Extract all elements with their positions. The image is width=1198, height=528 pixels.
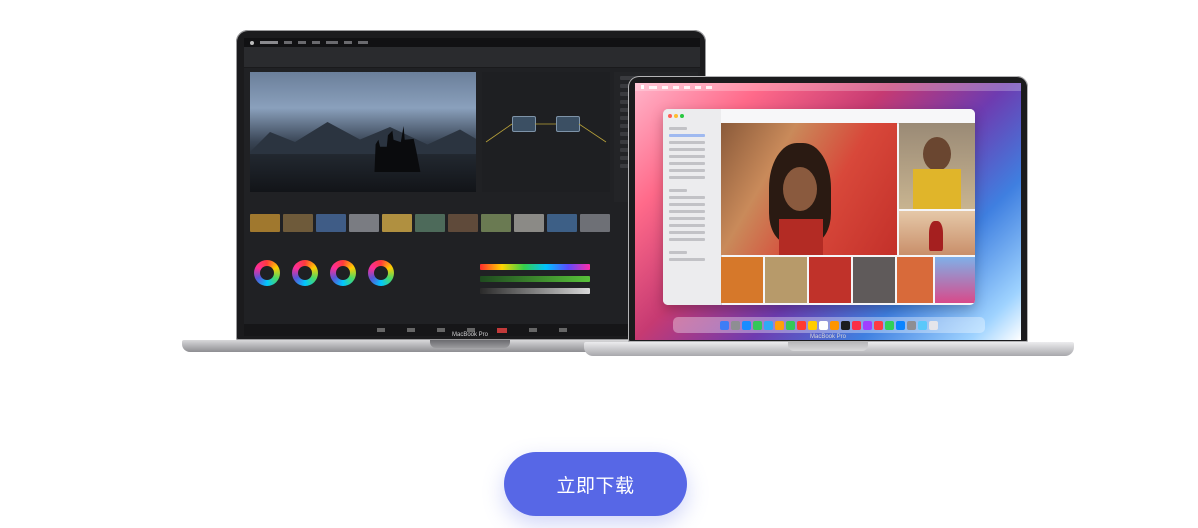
photos-sidebar: [663, 109, 722, 305]
promo-page: MacBook Pro MacBook Pro 立即下载: [0, 0, 1198, 528]
photos-app-window: [663, 109, 975, 305]
video-viewer: [250, 72, 476, 192]
laptop-screen-photos: [635, 83, 1021, 340]
photos-toolbar: [721, 109, 975, 124]
macbook-pro-13-image: MacBook Pro: [584, 76, 1074, 364]
macos-dock: [673, 317, 985, 333]
resolve-menubar: [244, 38, 700, 47]
resolve-toolbar: [244, 47, 700, 68]
macos-menubar: [635, 83, 1021, 91]
laptop-notch: [430, 340, 510, 348]
clip-thumbnails: [250, 214, 610, 236]
download-now-button[interactable]: 立即下载: [504, 452, 687, 516]
qualifier-panel: [480, 258, 590, 318]
laptop-model-label: MacBook Pro: [809, 334, 846, 340]
laptop-model-label: MacBook Pro: [451, 332, 488, 338]
laptop-notch: [788, 342, 868, 351]
photos-grid: [721, 123, 975, 305]
color-wheels: [250, 252, 414, 312]
